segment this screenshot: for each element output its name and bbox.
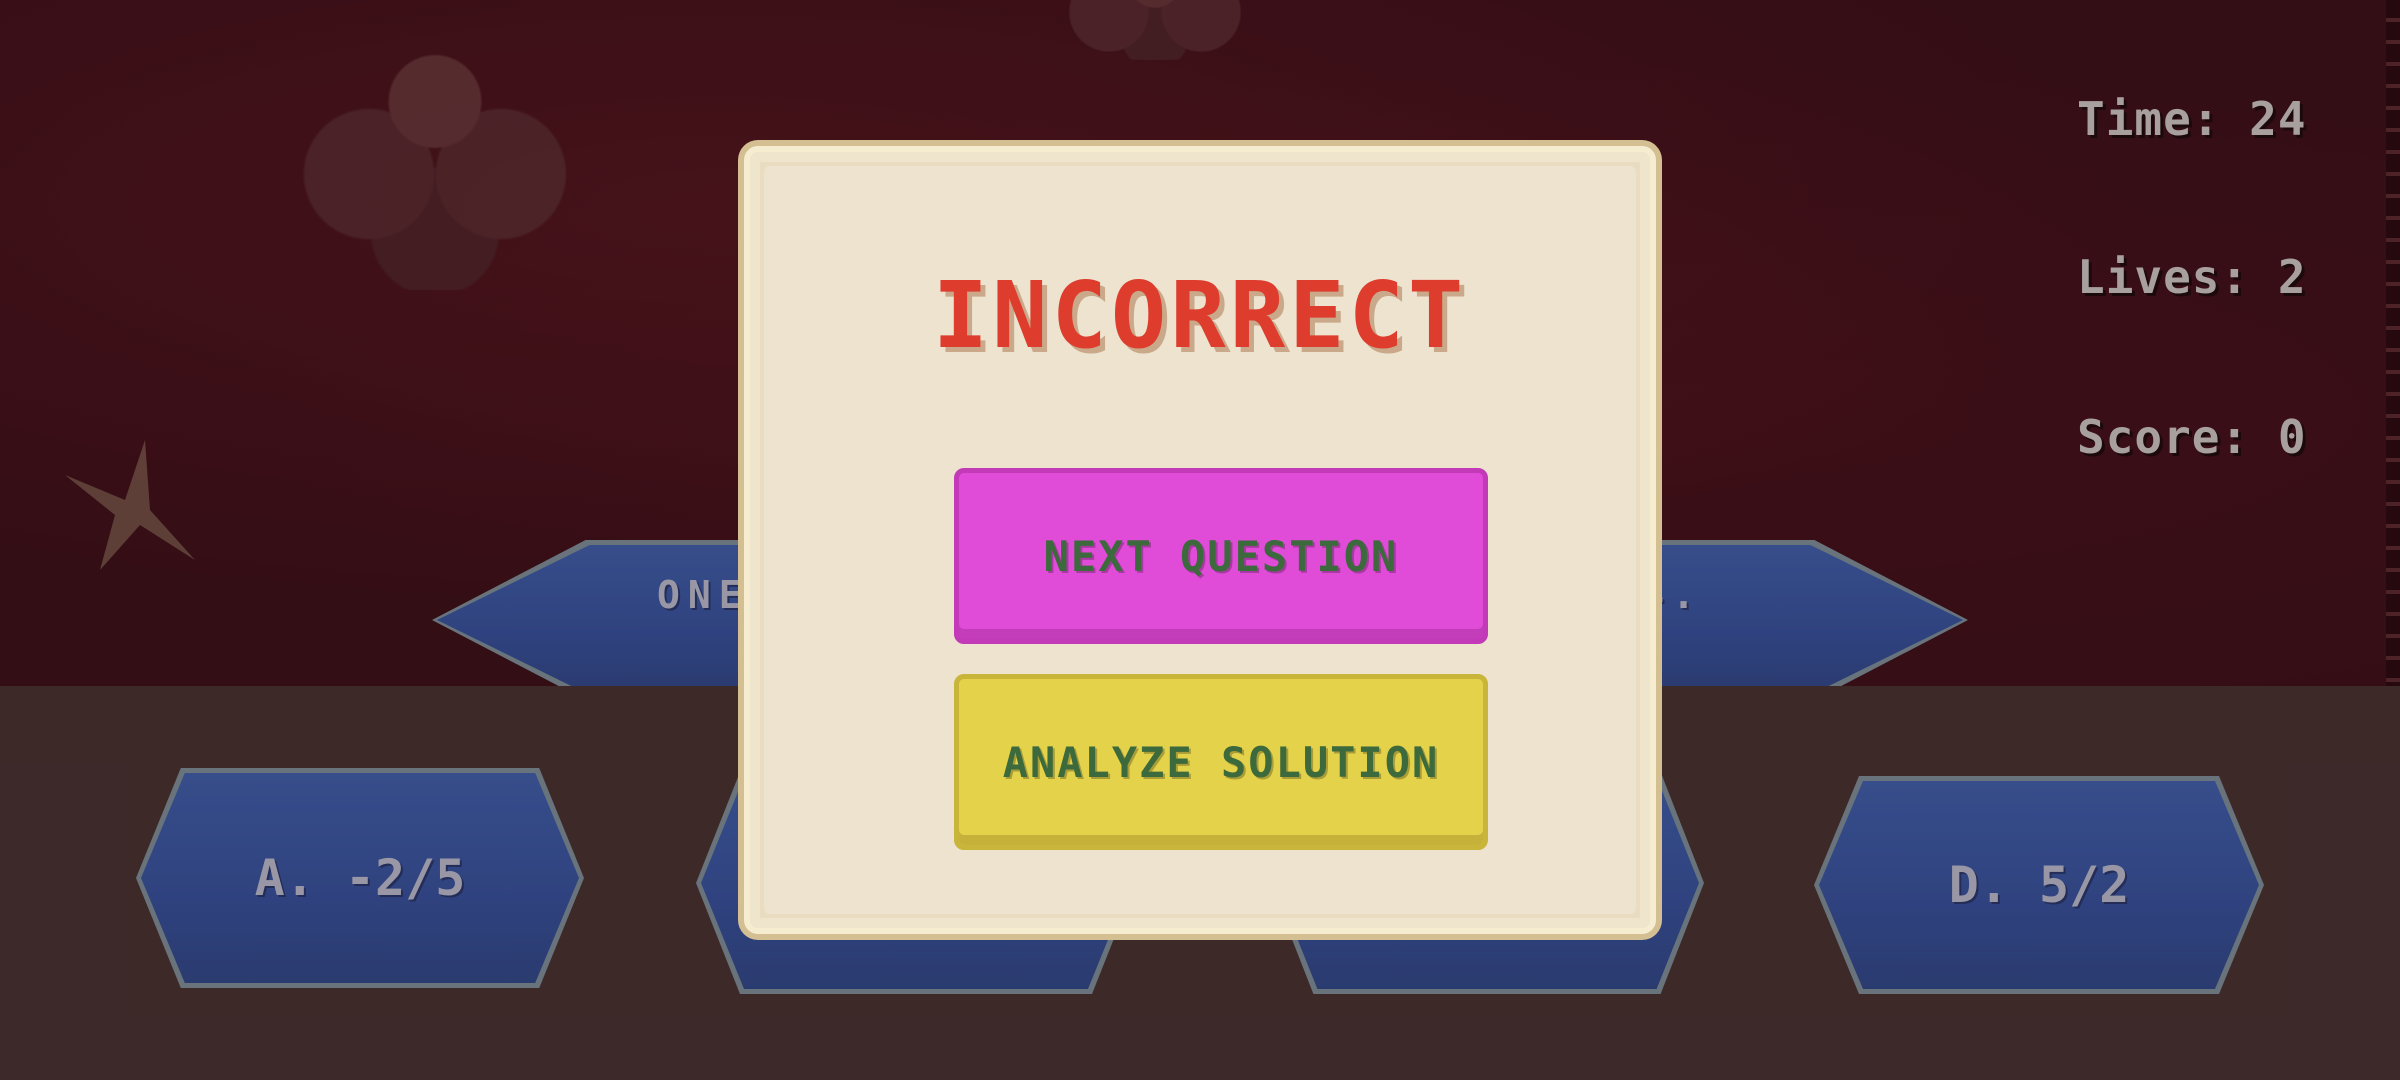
- result-dialog-body: INCORRECT NEXT QUESTION ANALYZE SOLUTION: [764, 166, 1636, 914]
- next-question-button[interactable]: NEXT QUESTION: [954, 468, 1488, 644]
- game-screen: Time: 24 Lives: 2 Score: 0 ONE S 4. A. -…: [0, 0, 2400, 1080]
- next-question-label: NEXT QUESTION: [1043, 531, 1399, 581]
- result-title: INCORRECT: [932, 262, 1468, 369]
- analyze-solution-label: ANALYZE SOLUTION: [1002, 737, 1440, 787]
- analyze-solution-button[interactable]: ANALYZE SOLUTION: [954, 674, 1488, 850]
- result-dialog: INCORRECT NEXT QUESTION ANALYZE SOLUTION: [744, 146, 1656, 934]
